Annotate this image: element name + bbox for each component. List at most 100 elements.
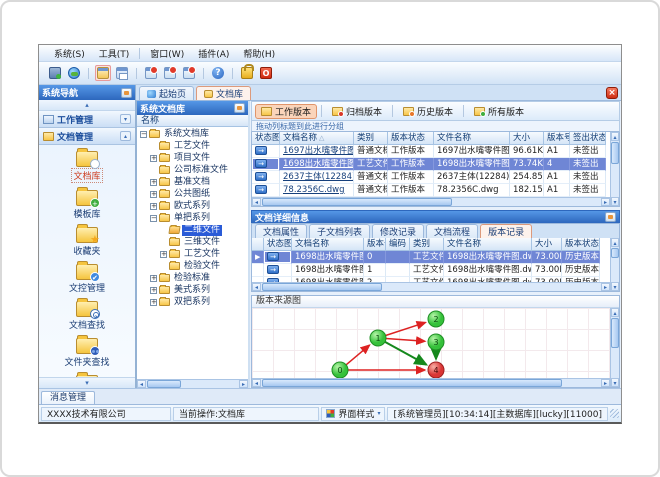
tree-item[interactable]: + 欧式系列 <box>137 200 248 212</box>
scroll-right-icon[interactable]: ▸ <box>601 283 610 291</box>
column-header[interactable]: 状态图 <box>252 132 280 145</box>
detail-pin-icon[interactable] <box>605 212 616 222</box>
chevron-up-icon[interactable]: ▴ <box>120 131 131 141</box>
tree-column-header[interactable]: 名称 <box>137 115 248 127</box>
menu-item-help[interactable]: 帮助(H) <box>236 46 282 61</box>
grid-row[interactable]: →1697出水嘴零件图.dwg普通文档工作版本1697出水嘴零件图.dwg96.… <box>252 145 610 158</box>
version-node-1[interactable]: 1 <box>369 329 387 347</box>
scrollbar-thumb[interactable] <box>147 380 181 388</box>
document-grid-vscrollbar[interactable]: ▴ ▾ <box>610 132 619 206</box>
expand-icon[interactable]: + <box>150 202 157 210</box>
graph-vscrollbar[interactable]: ▴ ▾ <box>610 308 619 387</box>
tree-item[interactable]: + 检验标准 <box>137 272 248 284</box>
scrollbar-thumb[interactable] <box>611 318 619 348</box>
scroll-up-icon[interactable]: ▴ <box>611 132 619 141</box>
column-header[interactable]: 类别 <box>410 238 444 251</box>
scroll-up-icon[interactable]: ▴ <box>611 308 619 317</box>
version-node-2[interactable]: 2 <box>427 310 445 328</box>
tab-message-management[interactable]: 消息管理 <box>41 391 96 404</box>
collapse-icon[interactable]: − <box>140 130 147 138</box>
scrollbar-thumb[interactable] <box>262 198 452 206</box>
tree-panel-pin-icon[interactable] <box>234 103 245 113</box>
tab-start-page[interactable]: 起始页 <box>139 86 195 100</box>
menu-item-system[interactable]: 系统(S) <box>47 46 92 61</box>
tab-doc-properties[interactable]: 文档属性 <box>255 224 308 238</box>
grid-row[interactable]: ▶→1698出水嘴零件图.dwg0工艺文件1698出水嘴零件图.dwg73.00… <box>252 251 610 264</box>
column-header[interactable]: 版本号 <box>544 132 570 145</box>
grid-row[interactable]: →2637主体(12284).dwg普通文档工作版本2637主体(12284).… <box>252 171 610 184</box>
column-header[interactable]: 大小 <box>510 132 544 145</box>
sidebar-group-work-management[interactable]: 工作管理 ▾ <box>39 111 135 128</box>
grid-row[interactable]: →1698出水嘴零件图.dwg1工艺文件1698出水嘴零件图.dwg73.00K… <box>252 264 610 277</box>
document-link[interactable]: 1697出水嘴零件图.dwg <box>280 145 354 158</box>
sidebar-options-icon[interactable] <box>121 87 132 98</box>
column-header[interactable]: 文档名称 △ <box>280 132 354 145</box>
document-link[interactable]: 1698出水嘴零件图.dwg <box>280 158 354 171</box>
close-window-button[interactable] <box>143 65 159 81</box>
tree-item[interactable]: + 工艺文件 <box>137 248 248 260</box>
column-header[interactable]: 签出状态 <box>570 132 606 145</box>
version-node-0[interactable]: 0 <box>331 361 349 379</box>
tree-item[interactable]: + 双把系列 <box>137 296 248 308</box>
all-versions-button[interactable]: 所有版本 <box>468 104 530 119</box>
tree-horizontal-scrollbar[interactable]: ◂ ▸ <box>137 379 248 388</box>
column-header[interactable]: 文档名称 <box>292 238 364 251</box>
working-version-button[interactable]: 工作版本 <box>255 103 318 119</box>
column-header[interactable]: 版本状态 <box>388 132 434 145</box>
history-version-button[interactable]: 历史版本 <box>397 104 459 119</box>
expand-icon[interactable]: + <box>150 298 157 306</box>
expand-icon[interactable]: + <box>160 250 167 258</box>
ui-style-selector[interactable]: 界面样式 ▾ <box>321 406 386 421</box>
graph-hscrollbar[interactable]: ◂ ▸ <box>252 378 610 387</box>
column-header[interactable]: 文件名称 <box>434 132 510 145</box>
scroll-left-icon[interactable]: ◂ <box>137 380 146 388</box>
scroll-left-icon[interactable]: ◂ <box>252 198 261 206</box>
collapse-icon[interactable]: − <box>150 214 157 222</box>
lock-button[interactable] <box>239 64 255 81</box>
version-grid-vscrollbar[interactable]: ▴ ▾ <box>610 238 619 291</box>
column-header[interactable]: 类别 <box>354 132 388 145</box>
scroll-left-icon[interactable]: ◂ <box>252 379 261 387</box>
expand-icon[interactable]: + <box>150 286 157 294</box>
close-tab-icon[interactable]: × <box>606 87 618 99</box>
menu-item-plugins[interactable]: 插件(A) <box>191 46 236 61</box>
archived-version-button[interactable]: 归档版本 <box>326 104 388 119</box>
scroll-left-icon[interactable]: ◂ <box>252 283 261 291</box>
tree-item[interactable]: + 项目文件 <box>137 152 248 164</box>
column-header[interactable]: 大小 <box>532 238 562 251</box>
tree-item[interactable]: + 基准文档 <box>137 176 248 188</box>
windows-cascade-button[interactable] <box>114 65 130 81</box>
sidebar-item-favorites[interactable]: ★ 收藏夹 <box>73 224 101 257</box>
tree-item[interactable]: + 美式系列 <box>137 284 248 296</box>
document-link[interactable]: 78.2356C.dwg <box>280 184 354 197</box>
document-grid-hscrollbar[interactable]: ◂ ▸ <box>252 197 610 206</box>
sidebar-item-doc-library[interactable]: 文档库 <box>71 148 103 183</box>
exit-button[interactable]: O <box>258 65 274 81</box>
column-header[interactable]: 状态图 <box>264 238 292 251</box>
sidebar-scroll-down-button[interactable]: ▾ <box>39 377 135 388</box>
tab-doc-library[interactable]: 文档库 <box>196 86 252 100</box>
chevron-down-icon[interactable]: ▾ <box>120 114 131 124</box>
close-all-windows-button[interactable] <box>162 65 178 81</box>
sidebar-scroll-up-button[interactable]: ▴ <box>39 100 135 111</box>
scrollbar-thumb[interactable] <box>262 283 382 291</box>
sidebar-item-folder-search[interactable]: 文件夹查找 <box>64 335 110 368</box>
sidebar-item-doc-control[interactable]: ✔ 文控管理 <box>69 261 105 294</box>
scroll-down-icon[interactable]: ▾ <box>611 197 619 206</box>
version-node-3[interactable]: 3 <box>427 333 445 351</box>
document-link[interactable]: 2637主体(12284).dwg <box>280 171 354 184</box>
scrollbar-thumb[interactable] <box>611 142 619 164</box>
resize-grip[interactable] <box>610 409 619 418</box>
grid-row[interactable]: →1698出水嘴零件图.dwg工艺文件工作版本1698出水嘴零件图.dwg73.… <box>252 158 610 171</box>
scroll-right-icon[interactable]: ▸ <box>601 379 610 387</box>
scroll-right-icon[interactable]: ▸ <box>601 198 610 206</box>
sidebar-item-doc-search[interactable]: 文档查找 <box>69 298 105 331</box>
web-button[interactable] <box>66 65 82 81</box>
column-header[interactable]: 编码 <box>386 238 410 251</box>
tree-item[interactable]: − 单把系列 <box>137 212 248 224</box>
scroll-down-icon[interactable]: ▾ <box>611 282 619 291</box>
version-node-4[interactable]: 4 <box>427 361 445 379</box>
expand-icon[interactable]: + <box>150 274 157 282</box>
column-header[interactable]: 版本状态 <box>562 238 600 251</box>
tree-item[interactable]: − 系统文档库 <box>137 128 248 140</box>
